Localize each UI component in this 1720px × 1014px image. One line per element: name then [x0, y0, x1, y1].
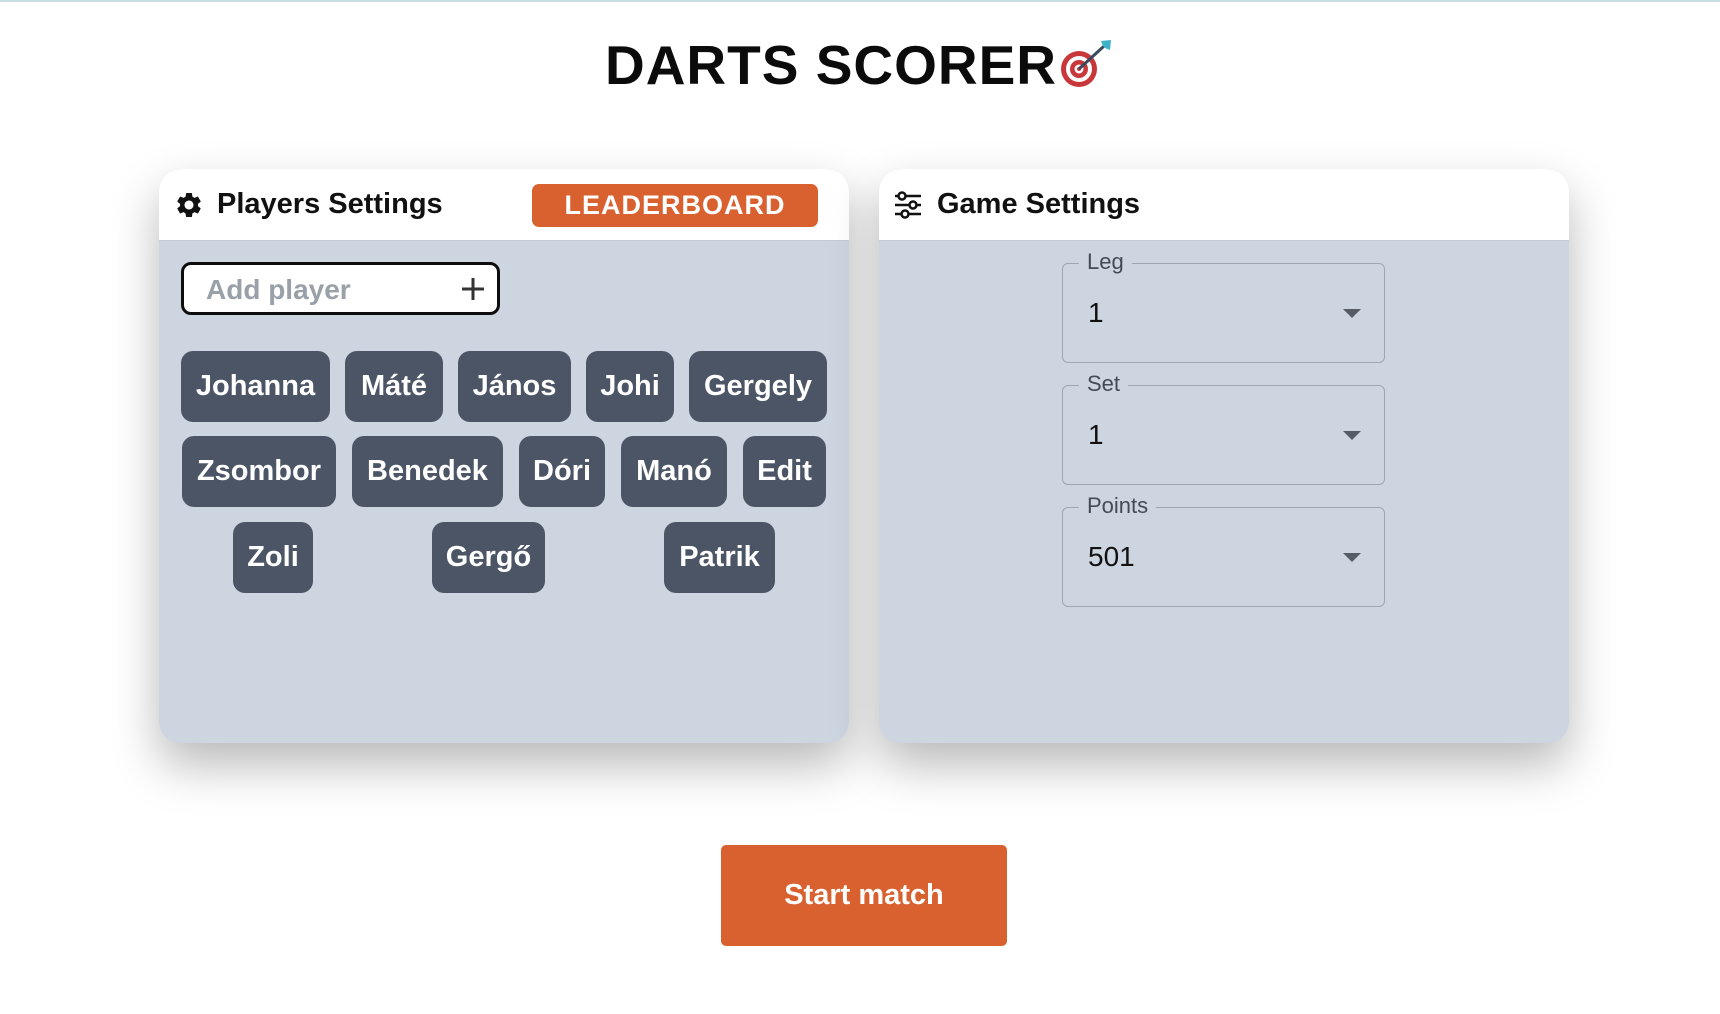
player-chip[interactable]: Zoli — [233, 522, 313, 593]
page-title-text: DARTS SCORER — [604, 34, 1058, 96]
player-chip[interactable]: Patrik — [664, 522, 775, 593]
caret-down-icon — [1343, 431, 1361, 440]
points-label: Points — [1079, 492, 1157, 520]
dart-target-icon — [1061, 40, 1112, 88]
add-player-input[interactable] — [204, 271, 448, 309]
players-settings-card: Players Settings LEADERBOARD Johanna Mát… — [159, 169, 849, 743]
game-settings-title: Game Settings — [937, 188, 1141, 220]
set-label: Set — [1079, 370, 1129, 398]
player-chip[interactable]: Edit — [743, 436, 826, 507]
leg-select[interactable]: Leg 1 — [1062, 248, 1385, 363]
add-player-field — [181, 262, 500, 315]
player-chip[interactable]: Máté — [345, 351, 443, 422]
leg-value: 1 — [1088, 297, 1104, 328]
player-chip[interactable]: Johanna — [181, 351, 330, 422]
start-match-button[interactable]: Start match — [721, 845, 1007, 946]
player-chip[interactable]: Benedek — [352, 436, 503, 507]
gear-icon — [177, 193, 201, 217]
set-value: 1 — [1088, 419, 1104, 450]
game-settings-card: Game Settings Leg 1 Set 1 Points 501 — [879, 169, 1569, 743]
player-chip[interactable]: Dóri — [519, 436, 605, 507]
game-settings-header: Game Settings — [879, 169, 1569, 241]
plus-icon[interactable] — [460, 276, 486, 302]
player-chip[interactable]: Johi — [586, 351, 674, 422]
player-chip[interactable]: János — [458, 351, 571, 422]
top-border-line — [0, 0, 1720, 2]
caret-down-icon — [1343, 309, 1361, 318]
set-select[interactable]: Set 1 — [1062, 370, 1385, 485]
points-select[interactable]: Points 501 — [1062, 492, 1385, 607]
leg-label: Leg — [1079, 248, 1132, 276]
page-title: DARTS SCORER — [0, 30, 1720, 100]
player-chip[interactable]: Gergely — [689, 351, 827, 422]
players-settings-header: Players Settings LEADERBOARD — [159, 169, 849, 241]
caret-down-icon — [1343, 553, 1361, 562]
player-chip[interactable]: Manó — [621, 436, 727, 507]
sliders-icon — [895, 191, 921, 219]
points-value: 501 — [1088, 541, 1135, 572]
leaderboard-button[interactable]: LEADERBOARD — [532, 184, 818, 227]
player-chip[interactable]: Gergő — [432, 522, 545, 593]
player-chip[interactable]: Zsombor — [182, 436, 336, 507]
players-settings-title: Players Settings — [217, 188, 443, 220]
